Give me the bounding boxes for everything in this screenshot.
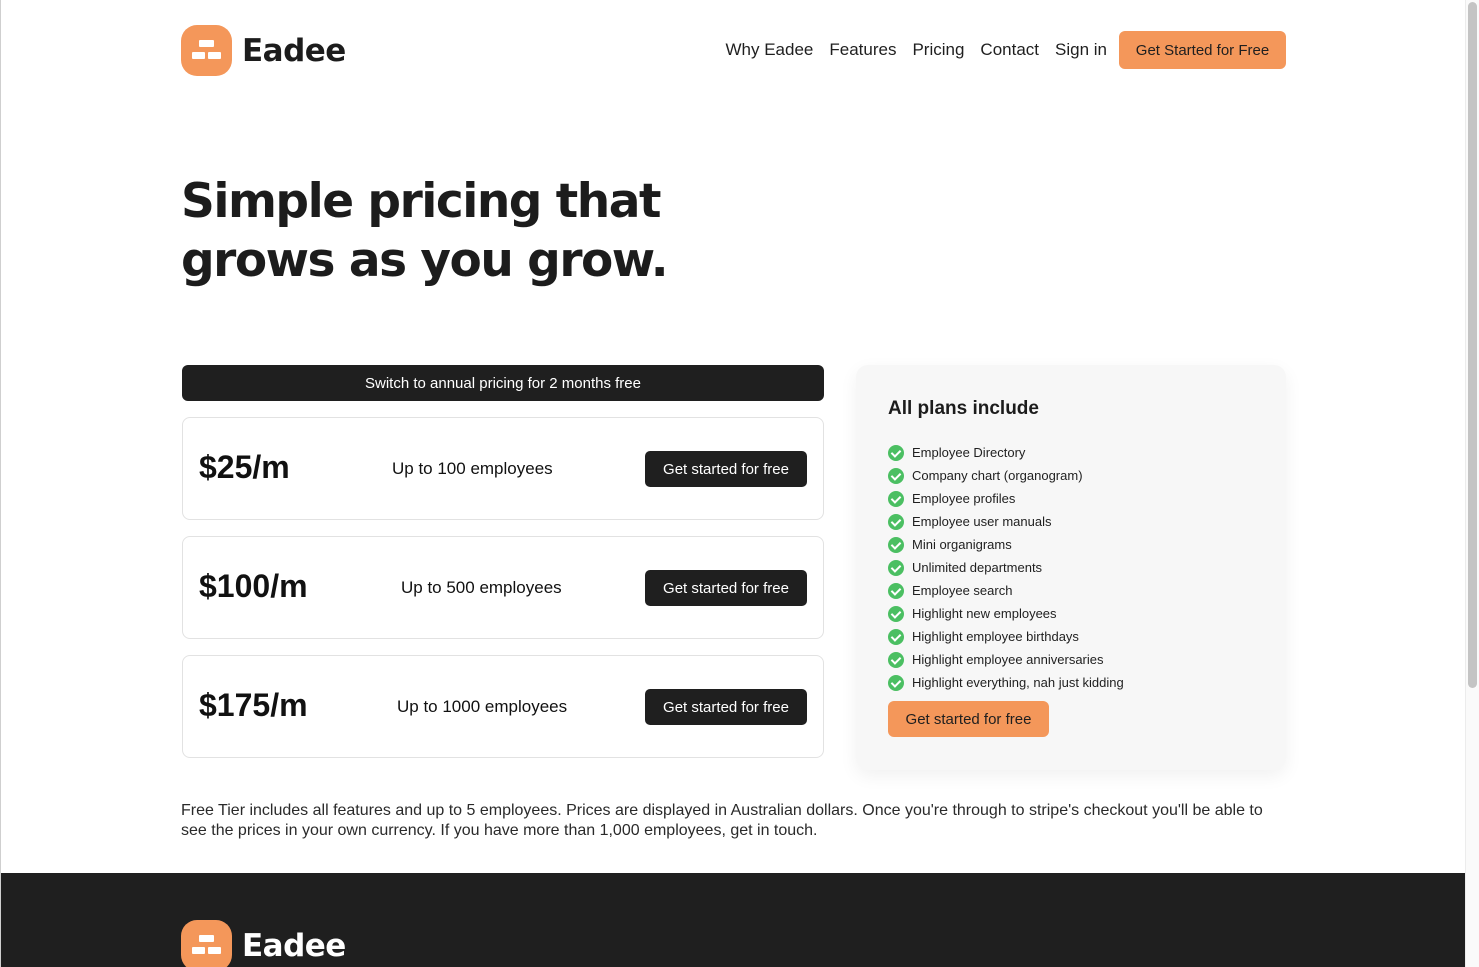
plan-price: $100/m <box>199 568 308 604</box>
pricing-note: Free Tier includes all features and up t… <box>181 802 1263 839</box>
footer-brand-name: Eadee <box>242 927 346 964</box>
feature-label: Highlight new employees <box>912 606 1057 621</box>
eadee-logo-icon <box>181 920 232 967</box>
nav-link-pricing[interactable]: Pricing <box>912 40 964 60</box>
plan-description: Up to 500 employees <box>401 578 562 597</box>
annual-pricing-toggle-button[interactable]: Switch to annual pricing for 2 months fr… <box>182 365 824 401</box>
card-title: All plans include <box>888 398 1039 419</box>
plan-price: $175/m <box>199 687 308 723</box>
check-circle-icon <box>888 651 904 668</box>
feature-list: Employee Directory Company chart (organo… <box>888 441 1124 694</box>
feature-label: Unlimited departments <box>912 560 1043 575</box>
all-plans-include-card: All plans include Employee Directory Com… <box>856 365 1286 770</box>
feature-label: Highlight employee anniversaries <box>912 652 1104 667</box>
feature-label: Employee profiles <box>912 491 1016 506</box>
feature-item: Highlight employee anniversaries <box>888 648 1124 671</box>
eadee-logo-icon <box>181 25 232 76</box>
check-circle-icon <box>888 628 904 645</box>
check-circle-icon <box>888 490 904 507</box>
plan-get-started-button[interactable]: Get started for free <box>645 570 807 606</box>
main-nav: Why Eadee Features Pricing Contact Sign … <box>725 31 1286 69</box>
get-started-header-button[interactable]: Get Started for Free <box>1119 31 1286 69</box>
feature-label: Highlight everything, nah just kidding <box>912 675 1124 690</box>
feature-label: Employee search <box>912 583 1013 598</box>
footer-logo[interactable]: Eadee <box>181 920 346 967</box>
nav-link-why-eadee[interactable]: Why Eadee <box>725 40 813 60</box>
feature-item: Company chart (organogram) <box>888 464 1124 487</box>
page-title: Simple pricing that grows as you grow. <box>181 174 669 288</box>
feature-item: Employee Directory <box>888 441 1124 464</box>
feature-label: Mini organigrams <box>912 537 1012 552</box>
pricing-page: Eadee Why Eadee Features Pricing Contact… <box>0 0 1465 967</box>
feature-item: Employee profiles <box>888 487 1124 510</box>
feature-item: Employee user manuals <box>888 510 1124 533</box>
header-logo[interactable]: Eadee <box>181 25 346 76</box>
feature-item: Mini organigrams <box>888 533 1124 556</box>
check-circle-icon <box>888 467 904 484</box>
site-footer: Eadee <box>1 873 1465 967</box>
plan-get-started-button[interactable]: Get started for free <box>645 689 807 725</box>
feature-item: Highlight new employees <box>888 602 1124 625</box>
plan-get-started-button[interactable]: Get started for free <box>645 451 807 487</box>
brand-name: Eadee <box>242 32 346 69</box>
feature-label: Employee Directory <box>912 445 1026 460</box>
nav-link-contact[interactable]: Contact <box>980 40 1039 60</box>
nav-link-features[interactable]: Features <box>829 40 896 60</box>
check-circle-icon <box>888 444 904 461</box>
feature-label: Highlight employee birthdays <box>912 629 1079 644</box>
feature-label: Company chart (organogram) <box>912 468 1083 483</box>
check-circle-icon <box>888 582 904 599</box>
feature-item: Highlight everything, nah just kidding <box>888 671 1124 694</box>
plan-card-175: $175/m Up to 1000 employees Get started … <box>182 655 824 758</box>
check-circle-icon <box>888 513 904 530</box>
plan-description: Up to 1000 employees <box>397 697 568 716</box>
feature-item: Employee search <box>888 579 1124 602</box>
check-circle-icon <box>888 605 904 622</box>
page-scrollbar[interactable] <box>1465 0 1479 967</box>
feature-label: Employee user manuals <box>912 514 1052 529</box>
plan-card-25: $25/m Up to 100 employees Get started fo… <box>182 417 824 520</box>
site-header: Eadee Why Eadee Features Pricing Contact… <box>181 25 1286 77</box>
check-circle-icon <box>888 559 904 576</box>
plan-card-100: $100/m Up to 500 employees Get started f… <box>182 536 824 639</box>
check-circle-icon <box>888 536 904 553</box>
feature-item: Highlight employee birthdays <box>888 625 1124 648</box>
check-circle-icon <box>888 674 904 691</box>
nav-link-sign-in[interactable]: Sign in <box>1055 40 1107 60</box>
card-get-started-button[interactable]: Get started for free <box>888 701 1049 737</box>
plan-price: $25/m <box>199 449 290 485</box>
plan-description: Up to 100 employees <box>392 459 553 478</box>
scrollbar-thumb[interactable] <box>1468 2 1477 688</box>
feature-item: Unlimited departments <box>888 556 1124 579</box>
